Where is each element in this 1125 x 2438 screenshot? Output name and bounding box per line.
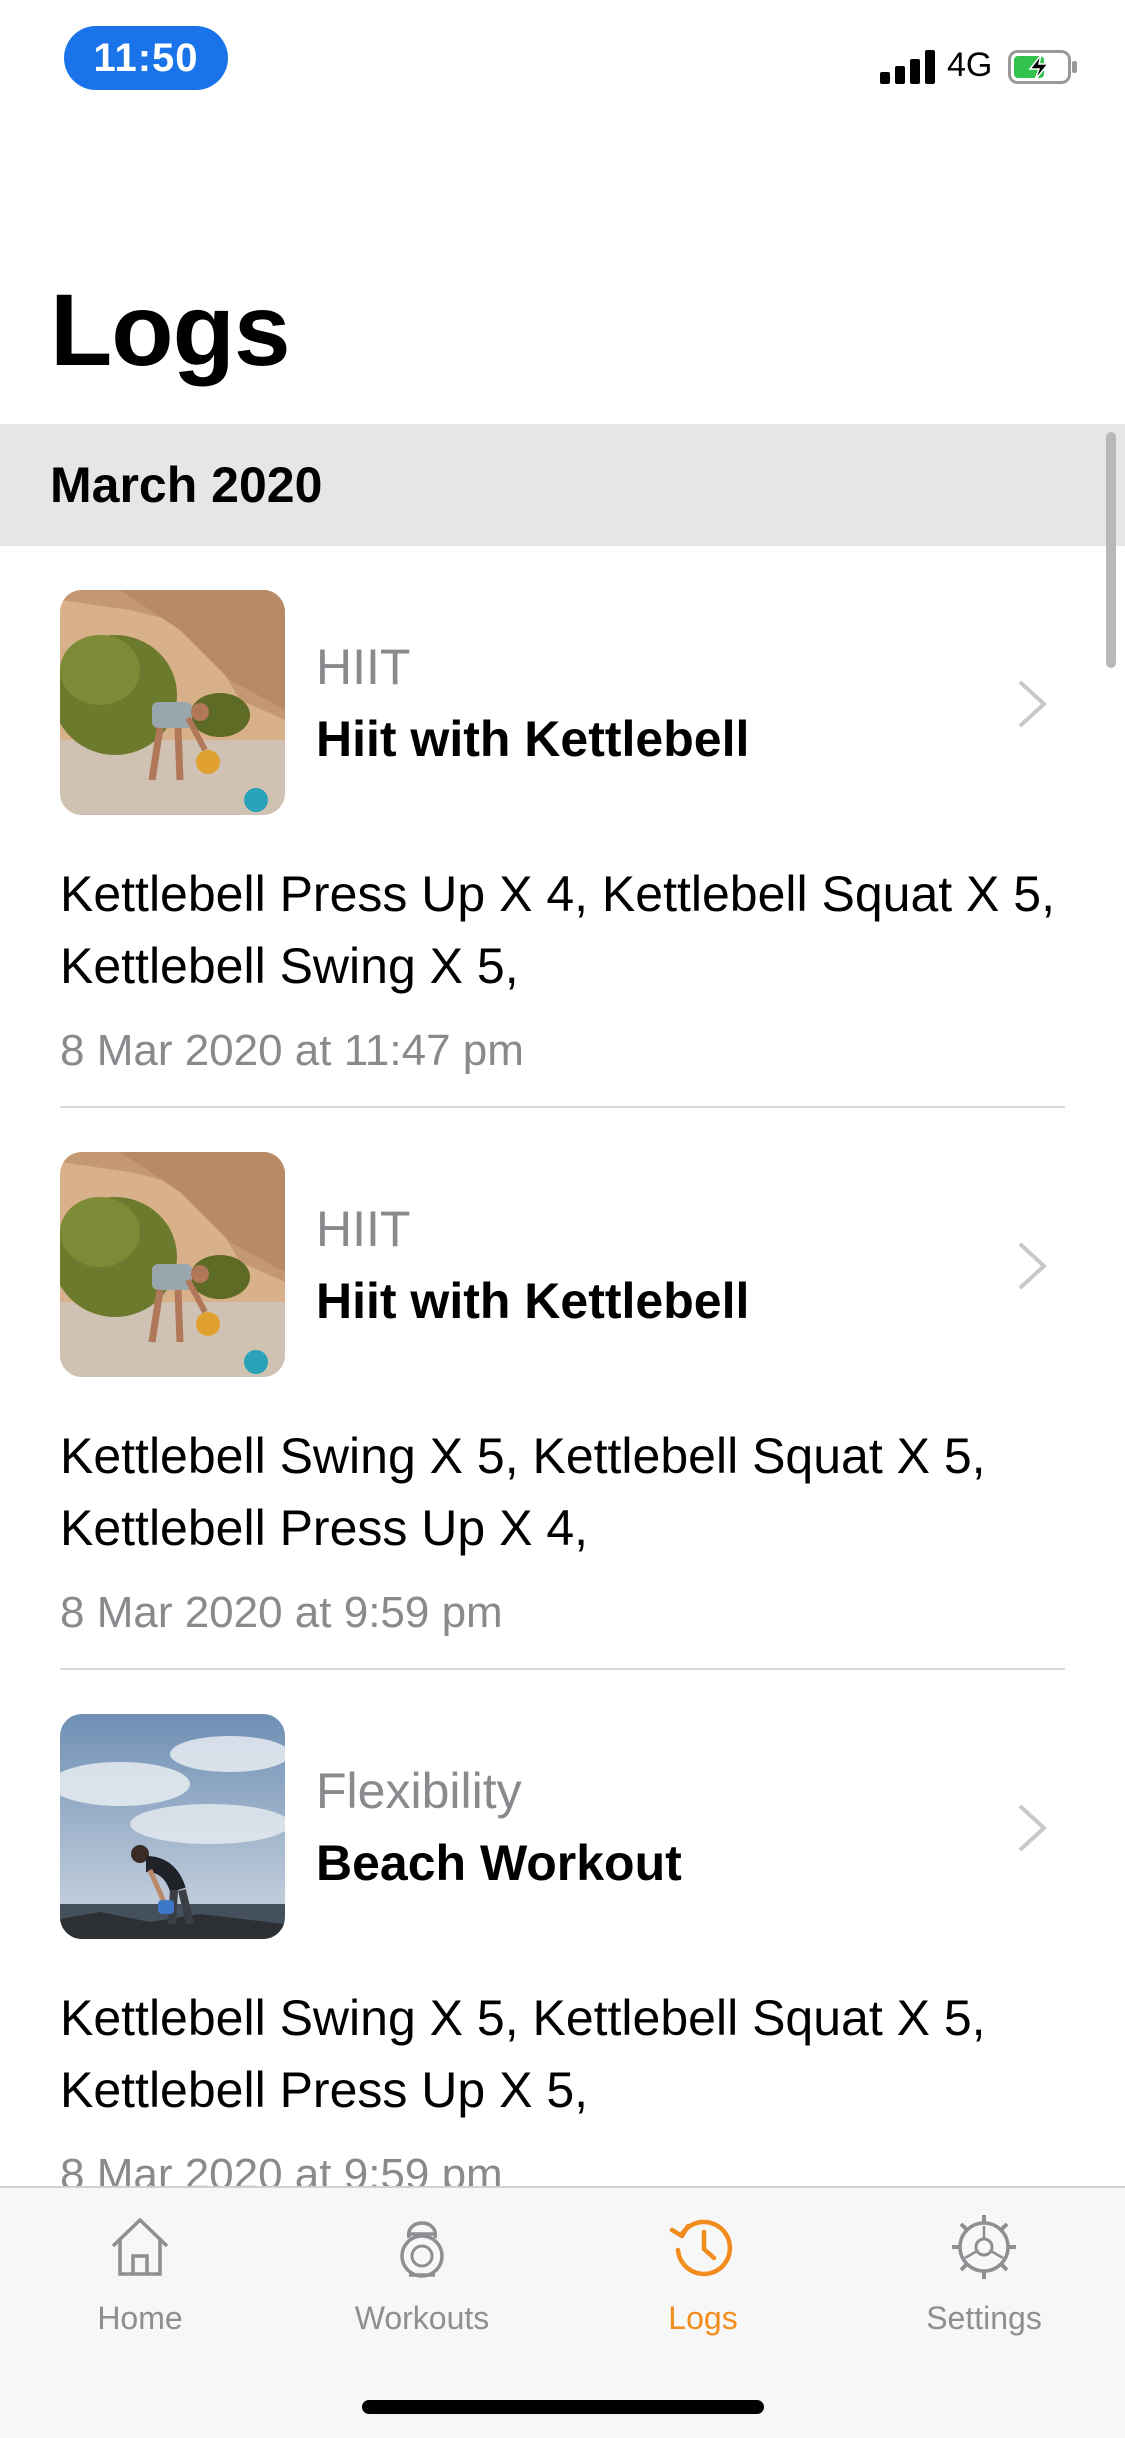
- workout-thumbnail: [60, 1714, 285, 1939]
- history-clock-icon: [669, 2219, 733, 2277]
- tab-label: Logs: [668, 2300, 738, 2336]
- log-list[interactable]: HIIT Hiit with Kettlebell Kettlebell Pre…: [0, 546, 1125, 2186]
- workout-name: Beach Workout: [316, 1835, 682, 1891]
- workout-name: Hiit with Kettlebell: [316, 1273, 750, 1329]
- battery-charging-icon: [1008, 50, 1077, 84]
- exercise-summary: Kettlebell Press Up X 4, Kettlebell Squa…: [60, 866, 1055, 994]
- log-date: 8 Mar 2020 at 11:47 pm: [60, 1026, 524, 1075]
- network-type: 4G: [947, 46, 993, 84]
- log-date: 8 Mar 2020 at 9:59 pm: [60, 2150, 503, 2186]
- workout-category: Flexibility: [316, 1763, 522, 1819]
- chevron-right-icon: [1018, 680, 1047, 728]
- cellular-signal-icon: [880, 50, 936, 84]
- workout-name: Hiit with Kettlebell: [316, 711, 750, 767]
- status-bar: 11:50 4G: [0, 0, 1125, 120]
- tab-home[interactable]: Home: [40, 2212, 240, 2337]
- home-indicator[interactable]: [362, 2400, 764, 2414]
- log-item[interactable]: Flexibility Beach Workout Kettlebell Swi…: [0, 1670, 1125, 2186]
- tab-settings[interactable]: Settings: [884, 2212, 1084, 2337]
- chevron-right-icon: [1018, 1242, 1047, 1290]
- workout-thumbnail: [60, 590, 285, 815]
- workout-category: HIIT: [316, 1201, 411, 1257]
- workout-thumbnail: [60, 1152, 285, 1377]
- tab-label: Home: [97, 2300, 183, 2336]
- tab-workouts[interactable]: Workouts: [322, 2212, 522, 2337]
- log-date: 8 Mar 2020 at 9:59 pm: [60, 1588, 503, 1637]
- exercise-summary: Kettlebell Swing X 5, Kettlebell Squat X…: [60, 1990, 986, 2118]
- house-icon: [111, 2218, 169, 2276]
- tab-label: Workouts: [354, 2300, 490, 2336]
- page-title: Logs: [50, 273, 291, 387]
- log-item[interactable]: HIIT Hiit with Kettlebell Kettlebell Swi…: [0, 1108, 1125, 1670]
- log-item[interactable]: HIIT Hiit with Kettlebell Kettlebell Pre…: [0, 546, 1125, 1108]
- status-time: 11:50: [64, 26, 228, 90]
- section-header-label: March 2020: [50, 457, 323, 513]
- gear-icon: [952, 2215, 1016, 2279]
- tab-logs[interactable]: Logs: [603, 2212, 803, 2337]
- chevron-right-icon: [1018, 1804, 1047, 1852]
- workout-category: HIIT: [316, 639, 411, 695]
- tab-label: Settings: [926, 2300, 1042, 2336]
- kettlebell-icon: [400, 2221, 444, 2278]
- exercise-summary: Kettlebell Swing X 5, Kettlebell Squat X…: [60, 1428, 986, 1556]
- section-header: March 2020: [0, 424, 1125, 546]
